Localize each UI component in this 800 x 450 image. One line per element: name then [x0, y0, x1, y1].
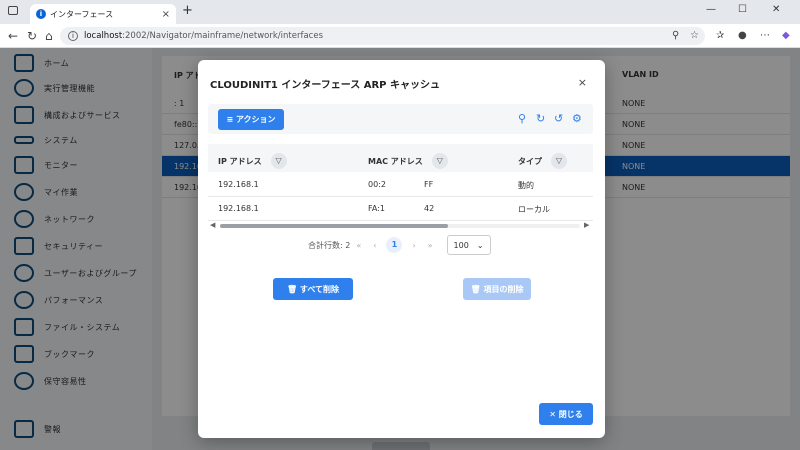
back-icon[interactable]: ← — [8, 29, 18, 43]
actions-button[interactable]: ≡ アクション — [218, 109, 284, 130]
dialog-close-icon[interactable]: × — [578, 76, 587, 89]
cell-mac: 00:2 — [368, 180, 386, 189]
column-label-type: タイプ — [518, 156, 542, 166]
maximize-button[interactable]: ☐ — [738, 4, 747, 15]
tab-close-icon[interactable]: × — [162, 9, 170, 20]
site-info-icon[interactable]: i — [68, 31, 78, 41]
current-page[interactable]: 1 — [386, 237, 403, 253]
page-size-select[interactable]: 100 ⌄ — [446, 235, 491, 255]
favorites-icon[interactable]: ✰ — [716, 30, 724, 41]
scroll-left-icon[interactable]: ◀ — [210, 221, 215, 229]
column-header-mac[interactable]: MAC アドレス ▽ — [368, 153, 448, 169]
favorite-star-icon[interactable]: ☆ — [690, 30, 699, 41]
url-field[interactable]: i localhost:2002/Navigator/mainframe/net… — [60, 27, 705, 45]
tab-actions-icon[interactable] — [8, 6, 18, 15]
url-path: :2002/Navigator/mainframe/network/interf… — [122, 31, 323, 41]
filter-icon[interactable]: ▽ — [431, 153, 448, 169]
cell-mac-tail: 42 — [424, 204, 435, 213]
horizontal-scrollbar[interactable]: ◀ ▶ — [208, 221, 593, 230]
first-page-button[interactable]: « — [356, 241, 361, 250]
reset-icon[interactable]: ↺ — [554, 112, 563, 125]
url-host: localhost — [84, 31, 123, 41]
cell-mac-tail: FF — [424, 180, 434, 189]
new-tab-button[interactable]: + — [182, 3, 193, 18]
scroll-right-icon[interactable]: ▶ — [584, 221, 589, 229]
cell-mac: FA:1 — [368, 204, 385, 213]
refresh-icon[interactable]: ↻ — [27, 29, 37, 43]
grid-header: IP アドレス ▽ MAC アドレス ▽ タイプ ▽ — [208, 144, 593, 172]
dialog-title: CLOUDINIT1 インターフェース ARP キャッシュ — [210, 80, 440, 91]
copilot-icon[interactable]: ◆ — [782, 30, 790, 41]
read-aloud-icon[interactable]: ⚲ — [672, 30, 679, 41]
browser-tab-bar: i インターフェース × + — ☐ ✕ — [0, 0, 800, 24]
close-window-button[interactable]: ✕ — [772, 4, 780, 15]
table-row[interactable]: 192.168.1 FA:1 42 ローカル — [208, 197, 593, 221]
scroll-thumb[interactable] — [220, 224, 448, 228]
arp-cache-dialog: CLOUDINIT1 インターフェース ARP キャッシュ × ≡ アクション … — [198, 60, 605, 438]
close-button[interactable]: ✕ 閉じる — [539, 403, 593, 425]
pagination: 合計行数: 2 « ‹ 1 › » 100 ⌄ — [308, 234, 491, 256]
delete-all-button[interactable]: 🗑 すべて削除 — [273, 278, 353, 300]
cell-type: ローカル — [518, 205, 550, 214]
column-label-ip: IP アドレス — [218, 156, 262, 166]
minimize-button[interactable]: — — [706, 4, 716, 15]
total-rows-label: 合計行数: 2 — [308, 240, 351, 250]
column-header-ip[interactable]: IP アドレス ▽ — [218, 153, 287, 169]
table-row[interactable]: 192.168.1 00:2 FF 動的 — [208, 173, 593, 197]
page-size-value: 100 — [453, 240, 469, 250]
site-logo-icon: i — [36, 9, 46, 19]
address-bar-row: ← ↻ ⌂ i localhost:2002/Navigator/mainfra… — [0, 24, 800, 48]
filter-icon[interactable]: ▽ — [551, 153, 567, 169]
browser-tab[interactable]: i インターフェース × — [30, 4, 176, 24]
cell-type: 動的 — [518, 181, 534, 190]
column-label-mac: MAC アドレス — [368, 156, 423, 166]
refresh-data-icon[interactable]: ↻ — [536, 112, 545, 125]
dialog-toolbar: ≡ アクション ⚲ ↻ ↺ ⚙ — [208, 104, 593, 134]
home-nav-icon[interactable]: ⌂ — [45, 29, 53, 43]
filter-icon[interactable]: ▽ — [270, 153, 287, 169]
profile-icon[interactable]: ● — [738, 30, 747, 41]
cell-ip: 192.168.1 — [218, 204, 259, 213]
settings-icon[interactable]: ⚙ — [572, 112, 582, 125]
cell-ip: 192.168.1 — [218, 180, 259, 189]
delete-item-button[interactable]: 🗑 項目の削除 — [463, 278, 531, 300]
column-header-type[interactable]: タイプ ▽ — [518, 153, 567, 169]
more-icon[interactable]: ⋯ — [760, 30, 770, 41]
tab-title: インターフェース — [50, 9, 114, 19]
chevron-down-icon: ⌄ — [476, 240, 484, 250]
last-page-button[interactable]: » — [428, 241, 433, 250]
prev-page-button[interactable]: ‹ — [373, 241, 376, 250]
clear-filters-icon[interactable]: ⚲ — [518, 112, 526, 125]
next-page-button[interactable]: › — [412, 241, 415, 250]
